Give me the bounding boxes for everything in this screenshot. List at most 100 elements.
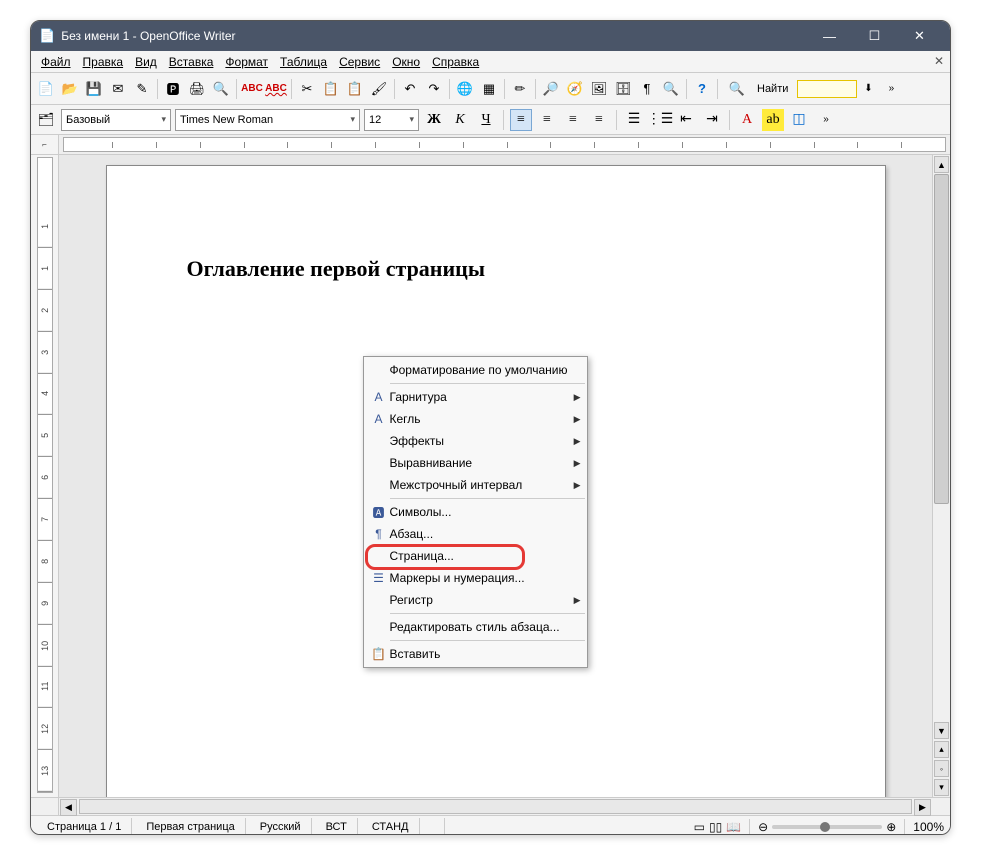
print-button[interactable]: 🖨 — [186, 78, 208, 100]
table-button[interactable]: ▦ — [478, 78, 500, 100]
paste-button[interactable]: 📋 — [344, 78, 366, 100]
zoom-percent[interactable]: 100% — [913, 820, 944, 834]
page[interactable]: Оглавление первой страницы Форматировани… — [106, 165, 886, 797]
align-right-button[interactable]: ≡ — [562, 109, 584, 131]
redo-button[interactable]: ↷ — [423, 78, 445, 100]
open-button[interactable]: 📂 — [59, 78, 81, 100]
autospellcheck-button[interactable]: ABC — [265, 78, 287, 100]
cm-line-spacing[interactable]: Межстрочный интервал ▶ — [364, 474, 587, 496]
find-replace-button[interactable]: 🔎 — [540, 78, 562, 100]
edit-mode-button[interactable]: ✎ — [131, 78, 153, 100]
zoom-slider[interactable] — [772, 825, 882, 829]
highlight-button[interactable]: ab — [762, 109, 784, 131]
menu-tools[interactable]: Сервис — [333, 53, 386, 71]
nav-target-button[interactable]: ◦ — [934, 760, 949, 777]
cm-case[interactable]: Регистр ▶ — [364, 589, 587, 611]
scroll-up-button[interactable]: ▲ — [934, 156, 949, 173]
scroll-right-button[interactable]: ▶ — [914, 799, 931, 816]
paragraph-style-combo[interactable]: Базовый — [61, 109, 171, 131]
copy-button[interactable]: 📋 — [320, 78, 342, 100]
italic-button[interactable]: К — [449, 109, 471, 131]
horizontal-ruler[interactable]: 1123456789101112131415161718 — [63, 137, 946, 152]
menu-format[interactable]: Формат — [219, 53, 274, 71]
gallery-button[interactable]: 🖼 — [588, 78, 610, 100]
bullets-button[interactable]: ⋮☰ — [649, 109, 671, 131]
find-next-button[interactable]: ⬇ — [859, 80, 877, 98]
status-modified[interactable] — [424, 818, 445, 836]
horizontal-scrollbar[interactable]: ◀ ▶ — [31, 797, 950, 815]
underline-button[interactable]: Ч — [475, 109, 497, 131]
show-draw-button[interactable]: ✏ — [509, 78, 531, 100]
align-center-button[interactable]: ≡ — [536, 109, 558, 131]
hyperlink-button[interactable]: 🌐 — [454, 78, 476, 100]
format-paintbrush-button[interactable]: 🖌 — [368, 78, 390, 100]
background-color-button[interactable]: ◫ — [788, 109, 810, 131]
increase-indent-button[interactable]: ⇥ — [701, 109, 723, 131]
help-button[interactable]: ? — [691, 78, 713, 100]
menu-table[interactable]: Таблица — [274, 53, 333, 71]
zoom-in-button[interactable]: ⊕ — [886, 820, 896, 834]
styles-window-button[interactable]: 🗂 — [35, 109, 57, 131]
cm-page[interactable]: Страница... — [364, 545, 587, 567]
align-left-button[interactable]: ≡ — [510, 109, 532, 131]
page-heading-text[interactable]: Оглавление первой страницы — [187, 256, 805, 282]
prev-page-button[interactable]: ▴ — [934, 741, 949, 758]
hscroll-track[interactable] — [79, 799, 912, 814]
cm-edit-paragraph-style[interactable]: Редактировать стиль абзаца... — [364, 616, 587, 638]
menu-edit[interactable]: Правка — [77, 53, 130, 71]
navigator-button[interactable]: 🧭 — [564, 78, 586, 100]
scroll-thumb[interactable] — [934, 174, 949, 504]
menu-help[interactable]: Справка — [426, 53, 485, 71]
find-input[interactable] — [797, 80, 857, 98]
cm-alignment[interactable]: Выравнивание ▶ — [364, 452, 587, 474]
close-button[interactable]: ✕ — [897, 21, 942, 51]
next-page-button[interactable]: ▾ — [934, 779, 949, 796]
status-insert-mode[interactable]: ВСТ — [316, 818, 358, 836]
zoom-button[interactable]: 🔍 — [660, 78, 682, 100]
print-preview-button[interactable]: 🔍 — [210, 78, 232, 100]
data-sources-button[interactable]: 🗄 — [612, 78, 634, 100]
font-name-combo[interactable]: Times New Roman — [175, 109, 360, 131]
menu-insert[interactable]: Вставка — [163, 53, 220, 71]
justify-button[interactable]: ≡ — [588, 109, 610, 131]
font-size-combo[interactable]: 12 — [364, 109, 419, 131]
view-book-icon[interactable]: 📖 — [726, 820, 741, 834]
decrease-indent-button[interactable]: ⇤ — [675, 109, 697, 131]
font-color-button[interactable]: A — [736, 109, 758, 131]
toolbar-overflow-button[interactable]: » — [879, 78, 901, 100]
fmt-toolbar-overflow-button[interactable]: » — [814, 109, 836, 131]
menu-window[interactable]: Окно — [386, 53, 426, 71]
cm-character[interactable]: 🅰 Символы... — [364, 501, 587, 523]
cut-button[interactable]: ✂ — [296, 78, 318, 100]
email-button[interactable]: ✉ — [107, 78, 129, 100]
view-multi-page-icon[interactable]: ▯▯ — [709, 820, 722, 834]
spellcheck-button[interactable]: ABC — [241, 78, 263, 100]
cm-bullets-numbering[interactable]: ☰ Маркеры и нумерация... — [364, 567, 587, 589]
menu-view[interactable]: Вид — [129, 53, 163, 71]
scroll-down-button[interactable]: ▼ — [934, 722, 949, 739]
cm-paragraph[interactable]: ¶ Абзац... — [364, 523, 587, 545]
nonprinting-chars-button[interactable]: ¶ — [636, 78, 658, 100]
vertical-scrollbar[interactable]: ▲ ▼ ▴ ◦ ▾ — [932, 155, 950, 797]
bold-button[interactable]: Ж — [423, 109, 445, 131]
cm-effects[interactable]: Эффекты ▶ — [364, 430, 587, 452]
status-page[interactable]: Страница 1 / 1 — [37, 818, 132, 836]
scroll-left-button[interactable]: ◀ — [60, 799, 77, 816]
cm-paste[interactable]: 📋 Вставить — [364, 643, 587, 665]
cm-default-formatting[interactable]: Форматирование по умолчанию — [364, 359, 587, 381]
minimize-button[interactable]: — — [807, 21, 852, 51]
cm-font-face[interactable]: A Гарнитура ▶ — [364, 386, 587, 408]
status-selection-mode[interactable]: СТАНД — [362, 818, 420, 836]
status-language[interactable]: Русский — [250, 818, 312, 836]
menu-file[interactable]: Файл — [35, 53, 77, 71]
undo-button[interactable]: ↶ — [399, 78, 421, 100]
find-icon[interactable]: 🔍 — [726, 78, 748, 100]
export-pdf-button[interactable]: 🅿 — [162, 78, 184, 100]
view-single-page-icon[interactable]: ▭ — [694, 820, 705, 834]
document-close-icon[interactable]: ✕ — [934, 54, 944, 68]
new-doc-button[interactable]: 📄 — [35, 78, 57, 100]
numbering-button[interactable]: ☰ — [623, 109, 645, 131]
maximize-button[interactable]: ☐ — [852, 21, 897, 51]
cm-font-size[interactable]: A Кегль ▶ — [364, 408, 587, 430]
vertical-ruler[interactable]: 112345678910111213 — [37, 157, 53, 793]
